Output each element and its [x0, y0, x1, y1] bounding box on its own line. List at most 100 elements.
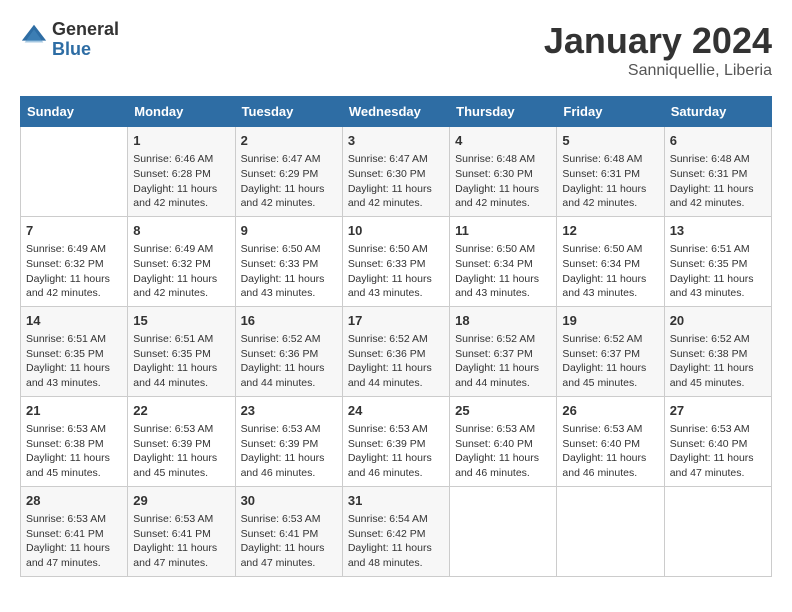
day-info: Sunrise: 6:47 AMSunset: 6:29 PMDaylight:… [241, 152, 337, 211]
location: Sanniquellie, Liberia [544, 62, 772, 80]
day-number: 14 [26, 312, 122, 330]
calendar-cell: 8 Sunrise: 6:49 AMSunset: 6:32 PMDaylight… [128, 216, 235, 306]
calendar-week-row: 14 Sunrise: 6:51 AMSunset: 6:35 PMDayligh… [21, 306, 772, 396]
day-info: Sunrise: 6:50 AMSunset: 6:33 PMDaylight:… [241, 242, 337, 301]
day-info: Sunrise: 6:51 AMSunset: 6:35 PMDaylight:… [133, 332, 229, 391]
day-number: 4 [455, 132, 551, 150]
calendar-cell: 10Sunrise: 6:50 AMSunset: 6:33 PMDayligh… [342, 216, 449, 306]
day-info: Sunrise: 6:53 AMSunset: 6:39 PMDaylight:… [348, 422, 444, 481]
day-number: 12 [562, 222, 658, 240]
day-number: 19 [562, 312, 658, 330]
calendar-cell: 1Sunrise: 6:46 AMSunset: 6:28 PMDaylight… [128, 127, 235, 217]
calendar-cell: 3 Sunrise: 6:47 AMSunset: 6:30 PMDaylight… [342, 127, 449, 217]
header-saturday: Saturday [664, 97, 771, 127]
day-number: 28 [26, 492, 122, 510]
day-info: Sunrise: 6:52 AMSunset: 6:37 PMDaylight:… [455, 332, 551, 391]
day-number: 5 [562, 132, 658, 150]
header-tuesday: Tuesday [235, 97, 342, 127]
day-info: Sunrise: 6:53 AMSunset: 6:41 PMDaylight:… [241, 512, 337, 571]
calendar-cell: 24 Sunrise: 6:53 AMSunset: 6:39 PMDayligh… [342, 396, 449, 486]
calendar-cell: 4 Sunrise: 6:48 AMSunset: 6:30 PMDaylight… [450, 127, 557, 217]
calendar-week-row: 7 Sunrise: 6:49 AMSunset: 6:32 PMDaylight… [21, 216, 772, 306]
day-number: 7 [26, 222, 122, 240]
calendar-cell: 7 Sunrise: 6:49 AMSunset: 6:32 PMDaylight… [21, 216, 128, 306]
day-number: 24 [348, 402, 444, 420]
day-info: Sunrise: 6:52 AMSunset: 6:38 PMDaylight:… [670, 332, 766, 391]
day-info: Sunrise: 6:51 AMSunset: 6:35 PMDaylight:… [670, 242, 766, 301]
calendar-cell: 30 Sunrise: 6:53 AMSunset: 6:41 PMDayligh… [235, 486, 342, 576]
calendar-cell: 9 Sunrise: 6:50 AMSunset: 6:33 PMDaylight… [235, 216, 342, 306]
calendar-cell: 17 Sunrise: 6:52 AMSunset: 6:36 PMDayligh… [342, 306, 449, 396]
day-number: 15 [133, 312, 229, 330]
day-info: Sunrise: 6:50 AMSunset: 6:34 PMDaylight:… [455, 242, 551, 301]
calendar-cell: 14 Sunrise: 6:51 AMSunset: 6:35 PMDayligh… [21, 306, 128, 396]
calendar-cell: 31 Sunrise: 6:54 AMSunset: 6:42 PMDayligh… [342, 486, 449, 576]
day-number: 22 [133, 402, 229, 420]
header-friday: Friday [557, 97, 664, 127]
day-number: 18 [455, 312, 551, 330]
calendar-cell: 25Sunrise: 6:53 AMSunset: 6:40 PMDayligh… [450, 396, 557, 486]
calendar-cell: 18 Sunrise: 6:52 AMSunset: 6:37 PMDayligh… [450, 306, 557, 396]
day-number: 25 [455, 402, 551, 420]
day-number: 3 [348, 132, 444, 150]
calendar-cell [21, 127, 128, 217]
header-thursday: Thursday [450, 97, 557, 127]
day-info: Sunrise: 6:47 AMSunset: 6:30 PMDaylight:… [348, 152, 444, 211]
day-number: 26 [562, 402, 658, 420]
title-block: January 2024 Sanniquellie, Liberia [544, 20, 772, 80]
logo-blue: Blue [52, 40, 119, 60]
page-header: General Blue January 2024 Sanniquellie, … [20, 20, 772, 80]
day-number: 16 [241, 312, 337, 330]
day-info: Sunrise: 6:52 AMSunset: 6:36 PMDaylight:… [241, 332, 337, 391]
calendar-cell: 28Sunrise: 6:53 AMSunset: 6:41 PMDayligh… [21, 486, 128, 576]
calendar-cell: 20Sunrise: 6:52 AMSunset: 6:38 PMDayligh… [664, 306, 771, 396]
calendar-cell: 6Sunrise: 6:48 AMSunset: 6:31 PMDaylight… [664, 127, 771, 217]
calendar-cell [557, 486, 664, 576]
calendar-cell [450, 486, 557, 576]
day-info: Sunrise: 6:53 AMSunset: 6:39 PMDaylight:… [133, 422, 229, 481]
header-wednesday: Wednesday [342, 97, 449, 127]
day-info: Sunrise: 6:48 AMSunset: 6:30 PMDaylight:… [455, 152, 551, 211]
day-number: 10 [348, 222, 444, 240]
calendar-week-row: 21 Sunrise: 6:53 AMSunset: 6:38 PMDayligh… [21, 396, 772, 486]
day-info: Sunrise: 6:54 AMSunset: 6:42 PMDaylight:… [348, 512, 444, 571]
day-info: Sunrise: 6:48 AMSunset: 6:31 PMDaylight:… [670, 152, 766, 211]
day-number: 9 [241, 222, 337, 240]
day-info: Sunrise: 6:53 AMSunset: 6:40 PMDaylight:… [562, 422, 658, 481]
day-number: 31 [348, 492, 444, 510]
day-info: Sunrise: 6:53 AMSunset: 6:41 PMDaylight:… [133, 512, 229, 571]
day-number: 21 [26, 402, 122, 420]
calendar-cell: 13 Sunrise: 6:51 AMSunset: 6:35 PMDayligh… [664, 216, 771, 306]
logo-icon [20, 22, 48, 50]
day-number: 17 [348, 312, 444, 330]
calendar-cell: 27Sunrise: 6:53 AMSunset: 6:40 PMDayligh… [664, 396, 771, 486]
day-number: 8 [133, 222, 229, 240]
calendar-cell: 5 Sunrise: 6:48 AMSunset: 6:31 PMDaylight… [557, 127, 664, 217]
day-info: Sunrise: 6:49 AMSunset: 6:32 PMDaylight:… [26, 242, 122, 301]
calendar-cell: 16 Sunrise: 6:52 AMSunset: 6:36 PMDayligh… [235, 306, 342, 396]
calendar-cell: 22 Sunrise: 6:53 AMSunset: 6:39 PMDayligh… [128, 396, 235, 486]
calendar-cell: 26 Sunrise: 6:53 AMSunset: 6:40 PMDayligh… [557, 396, 664, 486]
month-title: January 2024 [544, 20, 772, 62]
day-info: Sunrise: 6:52 AMSunset: 6:37 PMDaylight:… [562, 332, 658, 391]
day-number: 30 [241, 492, 337, 510]
calendar-week-row: 28 Sunrise: 6:53 AMSunset: 6:41 PMDayligh… [21, 486, 772, 576]
logo: General Blue [20, 20, 119, 60]
calendar-cell: 19 Sunrise: 6:52 AMSunset: 6:37 PMDayligh… [557, 306, 664, 396]
day-number: 27 [670, 402, 766, 420]
day-number: 1 [133, 132, 229, 150]
logo-general: General [52, 20, 119, 40]
calendar-cell: 15 Sunrise: 6:51 AMSunset: 6:35 PMDayligh… [128, 306, 235, 396]
day-info: Sunrise: 6:51 AMSunset: 6:35 PMDaylight:… [26, 332, 122, 391]
header-monday: Monday [128, 97, 235, 127]
day-info: Sunrise: 6:48 AMSunset: 6:31 PMDaylight:… [562, 152, 658, 211]
calendar-cell: 12Sunrise: 6:50 AMSunset: 6:34 PMDayligh… [557, 216, 664, 306]
calendar-cell: 11 Sunrise: 6:50 AMSunset: 6:34 PMDayligh… [450, 216, 557, 306]
day-info: Sunrise: 6:53 AMSunset: 6:38 PMDaylight:… [26, 422, 122, 481]
day-number: 11 [455, 222, 551, 240]
day-number: 13 [670, 222, 766, 240]
day-info: Sunrise: 6:49 AMSunset: 6:32 PMDaylight:… [133, 242, 229, 301]
day-info: Sunrise: 6:52 AMSunset: 6:36 PMDaylight:… [348, 332, 444, 391]
calendar-cell: 2 Sunrise: 6:47 AMSunset: 6:29 PMDaylight… [235, 127, 342, 217]
day-number: 2 [241, 132, 337, 150]
